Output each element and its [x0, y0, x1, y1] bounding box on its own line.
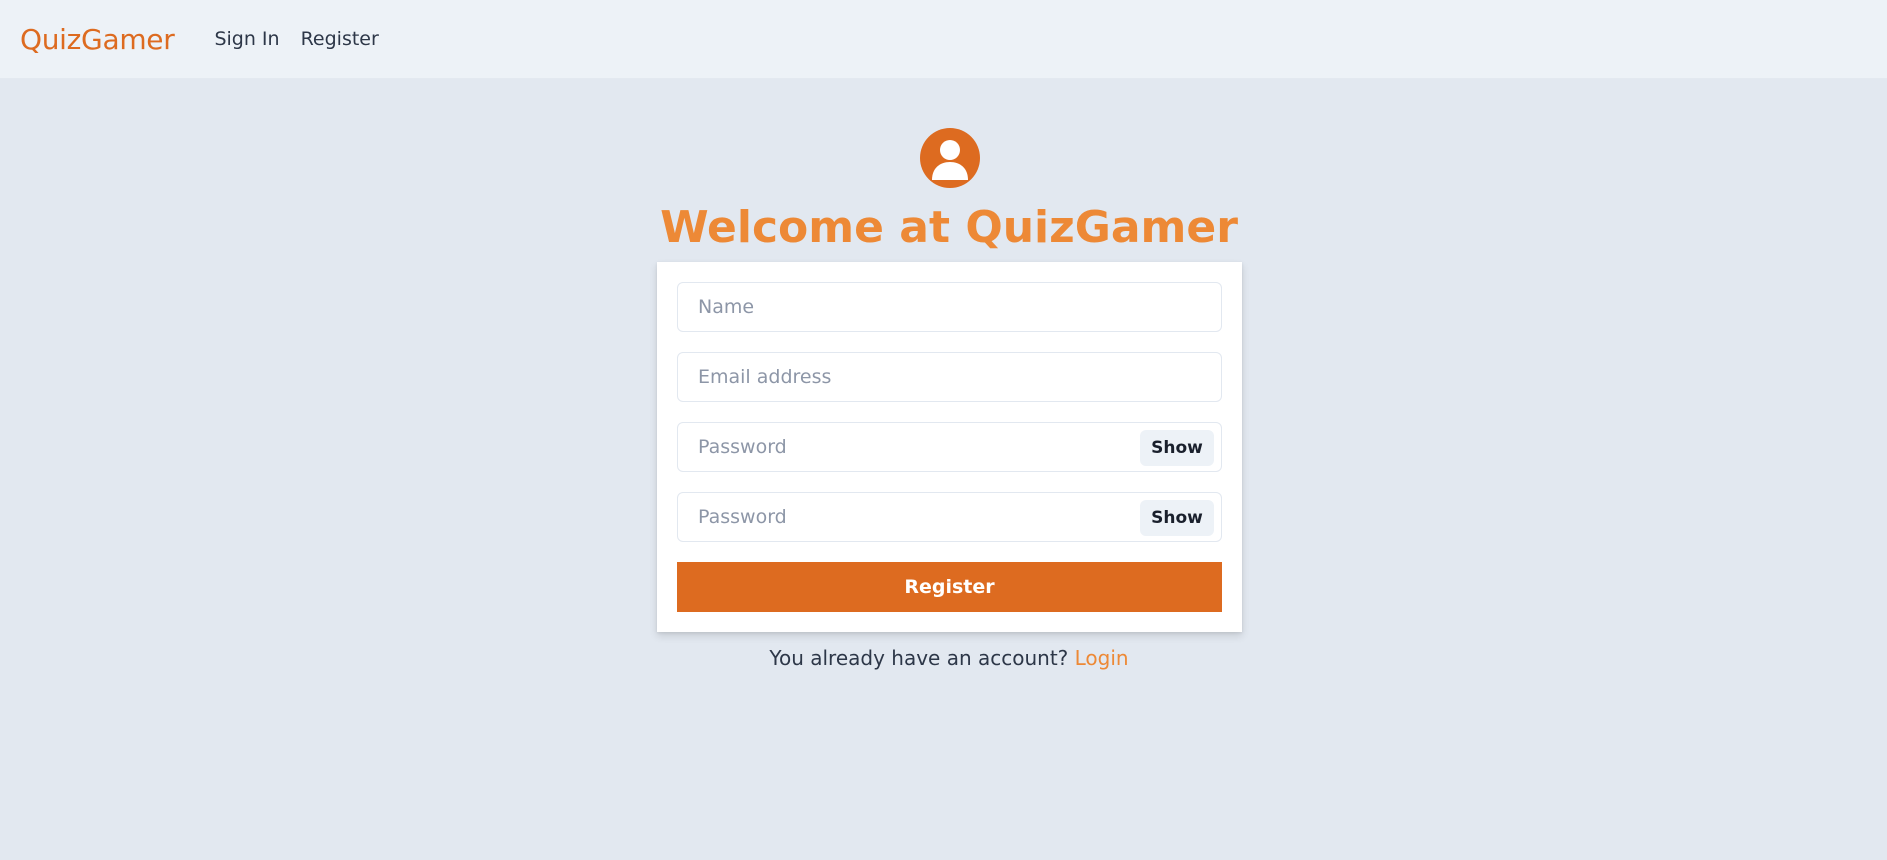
confirm-password-field-wrapper: Show — [677, 492, 1222, 542]
email-input[interactable] — [678, 353, 1221, 401]
register-button[interactable]: Register — [677, 562, 1222, 612]
user-circle-icon — [920, 128, 980, 188]
name-field-wrapper — [677, 282, 1222, 332]
nav-link-register[interactable]: Register — [301, 28, 379, 50]
nav-link-sign-in[interactable]: Sign In — [214, 28, 279, 50]
login-prompt: You already have an account? Login — [0, 646, 1887, 670]
navbar: QuizGamer Sign In Register — [0, 0, 1887, 79]
brand-logo[interactable]: QuizGamer — [20, 23, 175, 56]
page-title: Welcome at QuizGamer — [660, 202, 1238, 253]
email-field-wrapper — [677, 352, 1222, 402]
name-input[interactable] — [678, 283, 1221, 331]
login-link[interactable]: Login — [1075, 646, 1129, 670]
register-form: Show Show Register — [657, 262, 1242, 632]
login-prompt-text: You already have an account? — [769, 646, 1069, 670]
show-confirm-password-button[interactable]: Show — [1140, 500, 1214, 536]
password-field-wrapper: Show — [677, 422, 1222, 472]
show-password-button[interactable]: Show — [1140, 430, 1214, 466]
